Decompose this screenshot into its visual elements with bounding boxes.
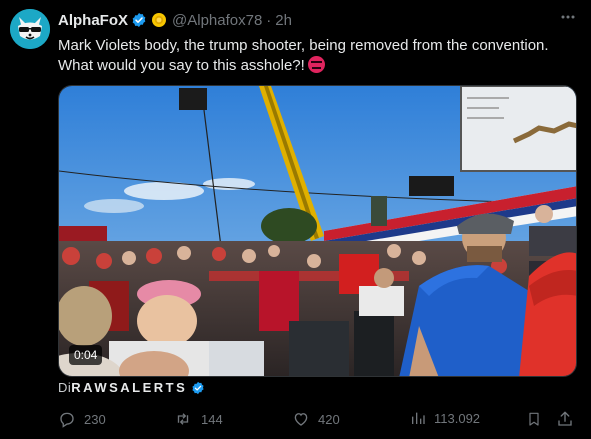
affiliate-badge-icon[interactable] <box>151 12 167 28</box>
reply-button[interactable]: 230 <box>58 410 106 428</box>
verified-badge-icon <box>131 12 147 28</box>
heart-icon <box>294 413 308 426</box>
avatar[interactable] <box>10 9 50 49</box>
header-separator: · <box>266 11 272 29</box>
reply-icon <box>60 412 74 428</box>
tweet-header: AlphaFoX @Alphafox78 · 2h <box>58 10 577 30</box>
tweet-text-line-1: Mark Violets body, the trump shooter, be… <box>58 37 549 54</box>
reply-count: 230 <box>84 411 106 427</box>
post-time[interactable]: 2h <box>275 12 292 29</box>
view-count: 113.092 <box>434 410 481 426</box>
repost-icon <box>177 413 189 425</box>
verified-badge-icon <box>191 381 205 395</box>
more-options-icon[interactable] <box>559 8 577 31</box>
author-handle[interactable]: @Alphafox78 <box>172 12 262 29</box>
share-button[interactable] <box>556 410 574 428</box>
like-button[interactable]: 420 <box>292 410 340 428</box>
bookmark-button[interactable] <box>526 410 542 428</box>
bookmark-icon <box>529 412 539 426</box>
tweet-actions: 230 144 420 113.092 <box>58 410 578 432</box>
video-frame <box>59 86 576 376</box>
fox-logo-icon <box>10 9 50 49</box>
tweet-text: Mark Violets body, the trump shooter, be… <box>58 36 578 76</box>
video-duration: 0:04 <box>69 345 103 365</box>
repost-button[interactable]: 144 <box>173 410 223 428</box>
tweet-card[interactable]: AlphaFoX @Alphafox78 · 2h Mark Violets b… <box>0 0 591 439</box>
like-count: 420 <box>318 411 340 427</box>
share-icon <box>558 411 572 426</box>
watermark-prefix: Di <box>58 380 72 395</box>
tweet-text-line-2-text: What would you say to this asshole?! <box>58 57 305 74</box>
video-source-watermark: Di RAWSALERTS <box>58 380 205 395</box>
views-button[interactable]: 113.092 <box>410 410 480 426</box>
tweet-text-line-2: What would you say to this asshole?! <box>58 56 578 76</box>
angry-face-emoji-icon <box>307 56 325 73</box>
video-player[interactable]: 0:04 <box>58 85 577 377</box>
watermark-name: RAWSALERTS <box>71 380 188 395</box>
views-icon <box>412 412 425 424</box>
repost-count: 144 <box>201 411 223 427</box>
author-display-name[interactable]: AlphaFoX <box>58 12 128 29</box>
